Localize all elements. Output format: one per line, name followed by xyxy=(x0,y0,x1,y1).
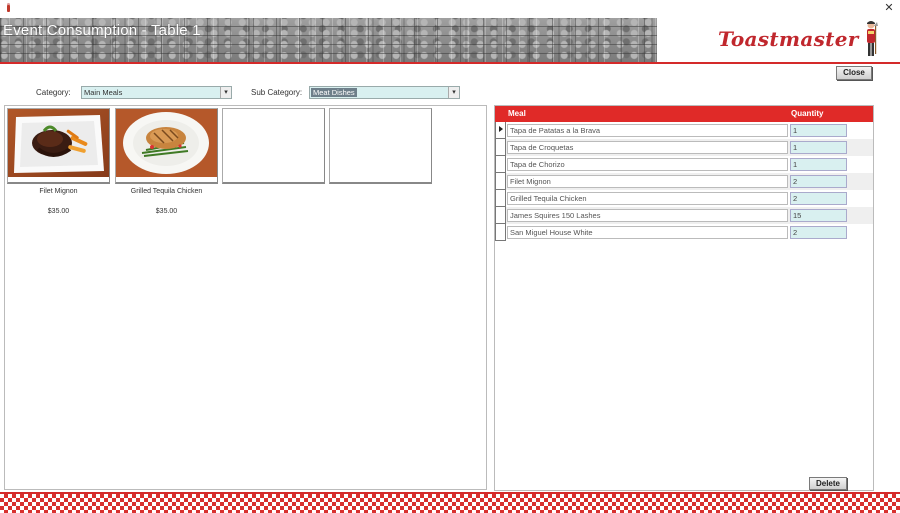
menu-item-name: Filet Mignon xyxy=(39,188,78,195)
filet-mignon-photo xyxy=(8,109,109,177)
quantity-cell[interactable]: 2 xyxy=(790,192,847,205)
window-close-icon[interactable]: ✕ xyxy=(883,2,895,14)
brand-logo-text: Toastmaster xyxy=(718,27,859,51)
menu-item-tile-empty[interactable] xyxy=(222,108,325,184)
menu-items-panel: Filet Mignon $35.00 Grilled Tequila Chic… xyxy=(4,105,487,490)
table-row[interactable]: James Squires 150 Lashes 15 xyxy=(495,207,873,224)
checkered-footer xyxy=(0,494,900,513)
quantity-cell[interactable]: 2 xyxy=(790,226,847,239)
row-selector[interactable] xyxy=(495,173,506,190)
quantity-cell[interactable]: 1 xyxy=(790,124,847,137)
row-selector-current[interactable] xyxy=(495,122,506,139)
quantity-cell[interactable]: 2 xyxy=(790,175,847,188)
window-title-bar: ✕ xyxy=(0,0,900,18)
column-header-quantity[interactable]: Quantity xyxy=(791,109,823,118)
quantity-cell[interactable]: 15 xyxy=(790,209,847,222)
row-selector[interactable] xyxy=(495,156,506,173)
category-value: Main Meals xyxy=(84,88,123,97)
row-selector[interactable] xyxy=(495,207,506,224)
quantity-cell[interactable]: 1 xyxy=(790,158,847,171)
chevron-down-icon[interactable]: ▾ xyxy=(220,87,231,98)
table-row[interactable]: Tapa de Patatas a la Brava 1 xyxy=(495,122,873,139)
quantity-cell[interactable]: 1 xyxy=(790,141,847,154)
meal-cell[interactable]: Tapa de Patatas a la Brava xyxy=(507,124,788,137)
table-row[interactable]: Tapa de Chorizo 1 xyxy=(495,156,873,173)
category-combobox[interactable]: Main Meals ▾ xyxy=(81,86,232,99)
subcategory-value: Meat Dishes xyxy=(311,88,357,97)
consumption-table: Meal Quantity Tapa de Patatas a la Brava… xyxy=(494,105,874,491)
table-row[interactable]: Grilled Tequila Chicken 2 xyxy=(495,190,873,207)
header-divider xyxy=(0,62,900,64)
table-row[interactable]: Tapa de Croquetas 1 xyxy=(495,139,873,156)
brand-logo-area: Toastmaster xyxy=(657,18,900,62)
table-row[interactable]: Filet Mignon 2 xyxy=(495,173,873,190)
category-label: Category: xyxy=(36,88,71,97)
stone-wall-banner: Event Consumption - Table 1 xyxy=(0,18,657,62)
menu-item-name: Grilled Tequila Chicken xyxy=(130,188,203,195)
close-button[interactable]: Close xyxy=(836,66,872,80)
subcategory-label: Sub Category: xyxy=(251,88,303,97)
menu-item-price: $35.00 xyxy=(155,208,178,215)
grilled-chicken-photo xyxy=(116,109,217,177)
page-title: Event Consumption - Table 1 xyxy=(3,22,201,39)
row-selector[interactable] xyxy=(495,190,506,207)
delete-button[interactable]: Delete xyxy=(809,477,847,490)
meal-cell[interactable]: Tapa de Croquetas xyxy=(507,141,788,154)
table-header: Meal Quantity xyxy=(495,106,873,122)
meal-cell[interactable]: James Squires 150 Lashes xyxy=(507,209,788,222)
toastmaster-figure-icon xyxy=(867,21,878,56)
table-row[interactable]: San Miguel House White 2 xyxy=(495,224,873,241)
menu-item-tile-empty[interactable] xyxy=(329,108,432,184)
column-header-meal[interactable]: Meal xyxy=(508,109,526,118)
meal-cell[interactable]: Tapa de Chorizo xyxy=(507,158,788,171)
meal-cell[interactable]: Grilled Tequila Chicken xyxy=(507,192,788,205)
row-selector[interactable] xyxy=(495,139,506,156)
menu-item-tile[interactable] xyxy=(7,108,110,184)
menu-item-tile[interactable] xyxy=(115,108,218,184)
chevron-down-icon[interactable]: ▾ xyxy=(448,87,459,98)
meal-cell[interactable]: San Miguel House White xyxy=(507,226,788,239)
toastmaster-figure-icon xyxy=(6,3,11,12)
subcategory-combobox[interactable]: Meat Dishes ▾ xyxy=(309,86,460,99)
row-selector[interactable] xyxy=(495,224,506,241)
menu-item-price: $35.00 xyxy=(47,208,70,215)
meal-cell[interactable]: Filet Mignon xyxy=(507,175,788,188)
